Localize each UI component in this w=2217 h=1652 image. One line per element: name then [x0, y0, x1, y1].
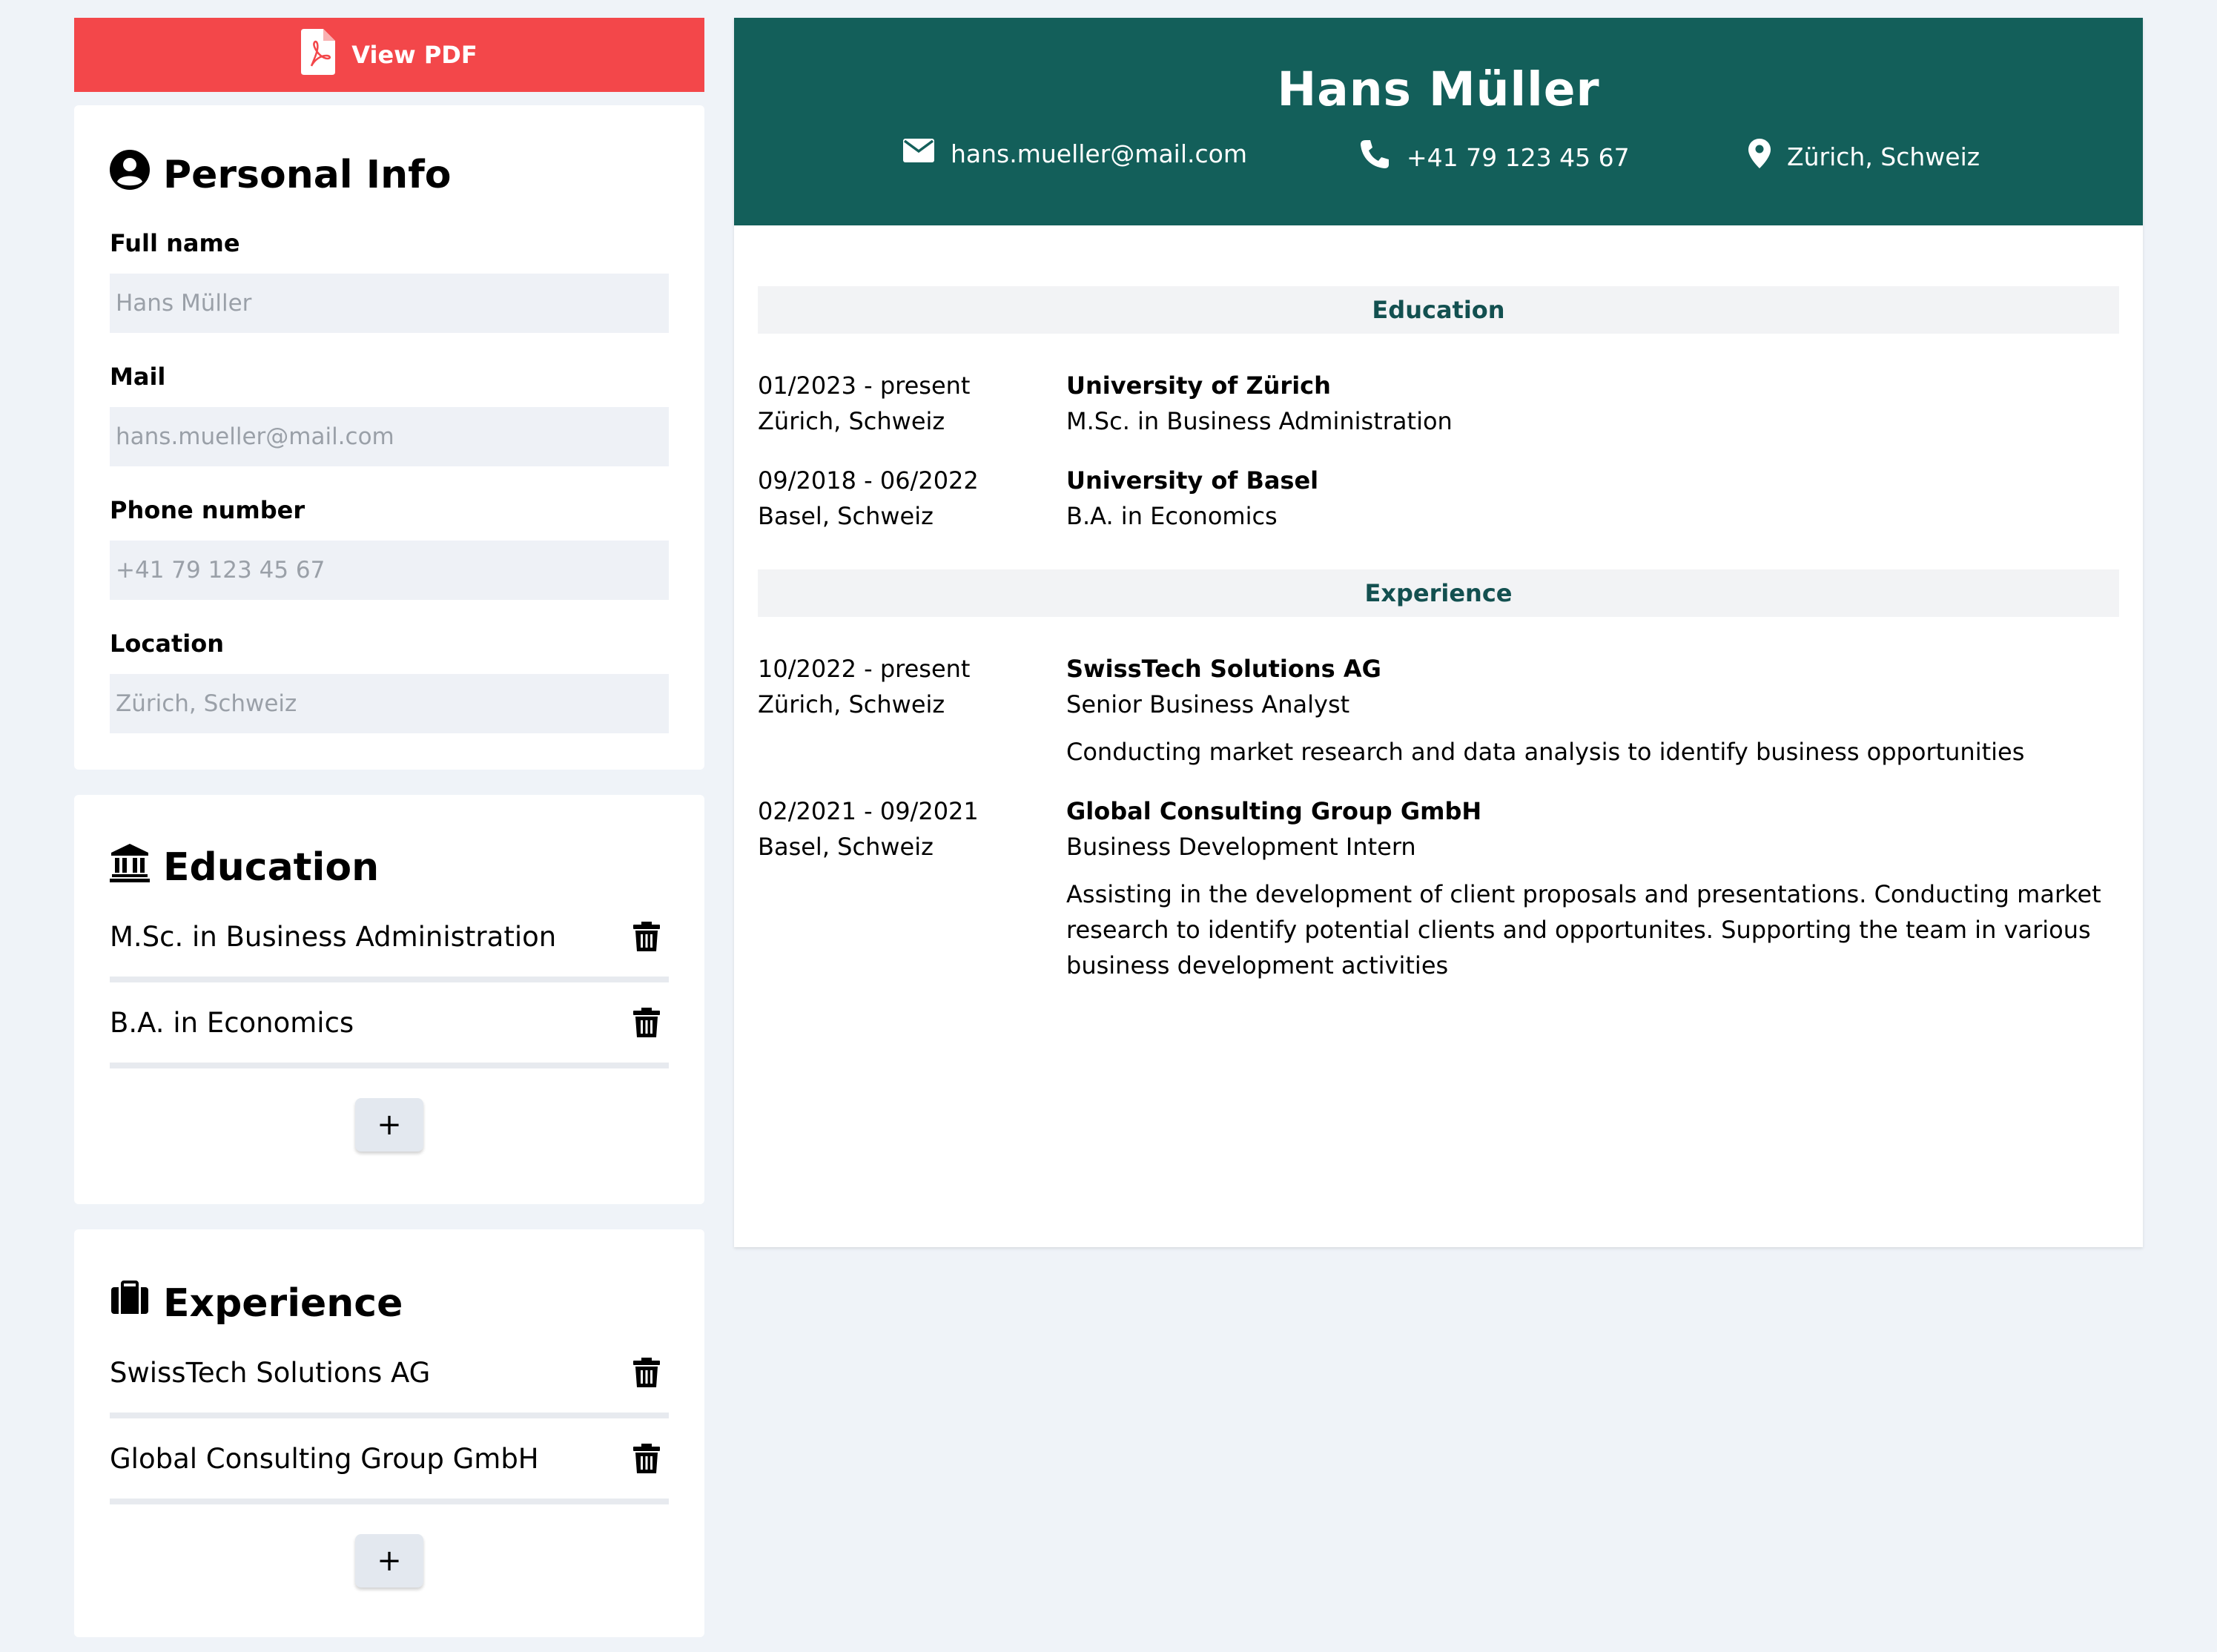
cv-education-entry: 01/2023 - present Zürich, Schweiz Univer…: [758, 368, 2119, 439]
entry-place: Zürich, Schweiz: [758, 407, 945, 435]
list-item[interactable]: M.Sc. in Business Administration: [110, 896, 669, 982]
cv-contacts: hans.mueller@mail.com +41 79 123 45 67 Z…: [734, 139, 2143, 183]
personal-info-card: Personal Info Full name Mail Phone numbe…: [74, 105, 704, 770]
cv-experience-entry: 02/2021 - 09/2021 Basel, Schweiz Global …: [758, 793, 2119, 983]
entry-place: Zürich, Schweiz: [758, 690, 945, 718]
location-label: Location: [110, 630, 224, 658]
entry-company: SwissTech Solutions AG: [1066, 655, 1381, 683]
entry-dates: 09/2018 - 06/2022: [758, 466, 979, 495]
mail-icon: [903, 139, 934, 168]
entry-degree: B.A. in Economics: [1066, 502, 1278, 530]
pdf-file-icon: [301, 29, 336, 81]
cv-education-title: Education: [758, 286, 2119, 334]
cv-header: Hans Müller hans.mueller@mail.com +41 79…: [734, 18, 2143, 225]
entry-place: Basel, Schweiz: [758, 833, 934, 861]
cv-location: Zürich, Schweiz: [1748, 139, 1980, 174]
entry-dates: 01/2023 - present: [758, 371, 971, 400]
entry-dates: 10/2022 - present: [758, 655, 971, 683]
briefcase-icon: [110, 1278, 150, 1328]
user-circle-icon: [110, 150, 150, 199]
trash-icon[interactable]: [633, 1008, 660, 1037]
trash-icon[interactable]: [633, 1358, 660, 1387]
entry-role: Senior Business Analyst: [1066, 690, 1350, 718]
add-education-button[interactable]: +: [355, 1098, 423, 1152]
entry-place: Basel, Schweiz: [758, 502, 934, 530]
education-item-label: M.Sc. in Business Administration: [110, 920, 557, 953]
location-pin-icon: [1748, 139, 1771, 174]
entry-company: Global Consulting Group GmbH: [1066, 797, 1482, 825]
cv-name: Hans Müller: [1277, 62, 1600, 116]
personal-info-heading: Personal Info: [110, 150, 669, 199]
education-item-label: B.A. in Economics: [110, 1006, 354, 1039]
full-name-label: Full name: [110, 229, 240, 257]
trash-icon[interactable]: [633, 1444, 660, 1473]
entry-institution: University of Zürich: [1066, 371, 1331, 400]
experience-card: Experience SwissTech Solutions AG Global…: [74, 1229, 704, 1637]
list-item[interactable]: SwissTech Solutions AG: [110, 1332, 669, 1418]
full-name-field[interactable]: [110, 274, 669, 333]
cv-email: hans.mueller@mail.com: [903, 139, 1247, 168]
cv-education-entry: 09/2018 - 06/2022 Basel, Schweiz Univers…: [758, 463, 2119, 534]
entry-dates: 02/2021 - 09/2021: [758, 797, 979, 825]
add-experience-button[interactable]: +: [355, 1534, 423, 1587]
entry-institution: University of Basel: [1066, 466, 1319, 495]
view-pdf-label: View PDF: [351, 41, 478, 69]
phone-label: Phone number: [110, 496, 305, 524]
entry-degree: M.Sc. in Business Administration: [1066, 407, 1453, 435]
view-pdf-button[interactable]: View PDF: [74, 18, 704, 92]
cv-experience-entry: 10/2022 - present Zürich, Schweiz SwissT…: [758, 651, 2119, 770]
experience-item-label: Global Consulting Group GmbH: [110, 1442, 539, 1475]
cv-phone: +41 79 123 45 67: [1359, 139, 1630, 176]
cv-experience-title: Experience: [758, 569, 2119, 617]
list-item[interactable]: Global Consulting Group GmbH: [110, 1418, 669, 1504]
education-card: Education M.Sc. in Business Administrati…: [74, 795, 704, 1204]
editor-panel: View PDF Personal Info Full name Mail Ph…: [74, 18, 704, 1637]
experience-heading: Experience: [110, 1278, 669, 1328]
location-field[interactable]: [110, 674, 669, 733]
entry-role: Business Development Intern: [1066, 833, 1416, 861]
mail-field[interactable]: [110, 407, 669, 466]
entry-description: Assisting in the development of client p…: [1066, 880, 2101, 979]
institution-icon: [110, 842, 150, 892]
phone-icon: [1359, 139, 1390, 176]
trash-icon[interactable]: [633, 922, 660, 951]
list-item[interactable]: B.A. in Economics: [110, 982, 669, 1068]
experience-item-label: SwissTech Solutions AG: [110, 1356, 431, 1389]
education-heading: Education: [110, 842, 669, 892]
entry-description: Conducting market research and data anal…: [1066, 738, 2025, 766]
cv-preview: Hans Müller hans.mueller@mail.com +41 79…: [734, 18, 2143, 1247]
phone-field[interactable]: [110, 541, 669, 600]
mail-label: Mail: [110, 363, 166, 391]
